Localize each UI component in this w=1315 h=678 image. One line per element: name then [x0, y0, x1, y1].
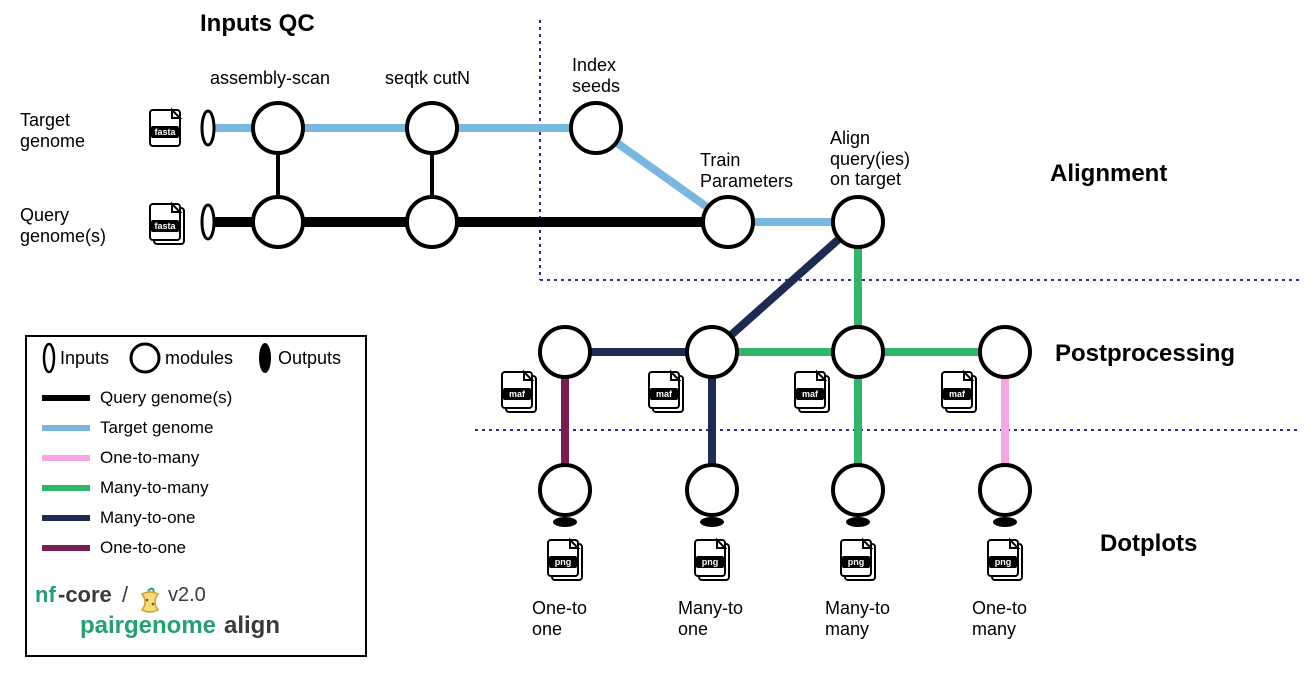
node-train-params — [703, 197, 753, 247]
file-maf-m2m: maf — [795, 372, 829, 412]
output-stub-m2m — [846, 517, 870, 527]
legend-swatch-query — [42, 395, 90, 401]
label-query-genome: Query genome(s) — [20, 205, 106, 246]
node-assemblyscan-query — [253, 197, 303, 247]
legend-label-target: Target genome — [100, 418, 213, 438]
legend-swatch-o2o — [42, 545, 90, 551]
legend-swatch-target — [42, 425, 90, 431]
svg-text:png: png — [555, 557, 572, 567]
svg-text:maf: maf — [656, 389, 673, 399]
file-fasta-query: fasta — [150, 204, 184, 244]
brand-nf: nf — [35, 582, 56, 608]
svg-text:maf: maf — [802, 389, 819, 399]
file-png-o2o: png — [548, 540, 582, 580]
node-pp-o2o — [540, 327, 590, 377]
file-png-o2m: png — [988, 540, 1022, 580]
label-out-m2m: Many-to many — [825, 598, 890, 639]
node-dot-o2m — [980, 465, 1030, 515]
node-seqtk-query — [407, 197, 457, 247]
legend-swatch-m2o — [42, 515, 90, 521]
node-pp-m2m — [833, 327, 883, 377]
label-index-seeds: Index seeds — [572, 55, 620, 96]
output-stub-o2o — [553, 517, 577, 527]
legend-label-o2o: One-to-one — [100, 538, 186, 558]
brand-slash: / — [122, 582, 128, 608]
node-dot-o2o — [540, 465, 590, 515]
output-stub-m2o — [700, 517, 724, 527]
legend-outputs-label: Outputs — [278, 348, 341, 369]
node-dot-m2m — [833, 465, 883, 515]
label-out-m2o: Many-to one — [678, 598, 743, 639]
legend-modules-label: modules — [165, 348, 233, 369]
section-dotplots: Dotplots — [1100, 530, 1197, 558]
svg-text:fasta: fasta — [154, 221, 176, 231]
label-train-params: Train Parameters — [700, 150, 793, 191]
label-out-o2o: One-to one — [532, 598, 587, 639]
legend-label-m2m: Many-to-many — [100, 478, 209, 498]
section-inputs-qc: Inputs QC — [200, 10, 315, 38]
legend-inputs-label: Inputs — [60, 348, 109, 369]
file-png-m2m: png — [841, 540, 875, 580]
node-assemblyscan-target — [253, 103, 303, 153]
label-seqtk: seqtk cutN — [385, 68, 470, 89]
legend-swatch-m2m — [42, 485, 90, 491]
label-target-genome: Target genome — [20, 110, 85, 151]
legend-swatch-o2m — [42, 455, 90, 461]
node-seqtk-target — [407, 103, 457, 153]
svg-text:maf: maf — [949, 389, 966, 399]
file-png-m2o: png — [695, 540, 729, 580]
svg-text:png: png — [848, 557, 865, 567]
svg-text:fasta: fasta — [154, 127, 176, 137]
svg-text:png: png — [702, 557, 719, 567]
brand-version: v2.0 — [168, 584, 206, 607]
node-index-seeds — [571, 103, 621, 153]
input-marker-target — [202, 111, 214, 145]
file-fasta-target: fasta — [150, 110, 180, 146]
file-maf-m2o: maf — [649, 372, 683, 412]
section-postprocessing: Postprocessing — [1055, 340, 1235, 368]
svg-text:maf: maf — [509, 389, 526, 399]
brand-align: align — [224, 612, 280, 640]
node-pp-m2o — [687, 327, 737, 377]
brand-core: -core — [58, 582, 112, 608]
label-assemblyscan: assembly-scan — [210, 68, 330, 89]
node-align — [833, 197, 883, 247]
label-out-o2m: One-to many — [972, 598, 1027, 639]
svg-text:png: png — [995, 557, 1012, 567]
section-alignment: Alignment — [1050, 160, 1167, 188]
brand-pairgenome: pairgenome — [80, 612, 216, 640]
legend-label-o2m: One-to-many — [100, 448, 199, 468]
output-stub-o2m — [993, 517, 1017, 527]
file-maf-o2m: maf — [942, 372, 976, 412]
node-dot-m2o — [687, 465, 737, 515]
input-marker-query — [202, 205, 214, 239]
legend-label-m2o: Many-to-one — [100, 508, 195, 528]
legend-label-query: Query genome(s) — [100, 388, 232, 408]
file-maf-o2o: maf — [502, 372, 536, 412]
label-align: Align query(ies) on target — [830, 128, 910, 190]
node-pp-o2m — [980, 327, 1030, 377]
